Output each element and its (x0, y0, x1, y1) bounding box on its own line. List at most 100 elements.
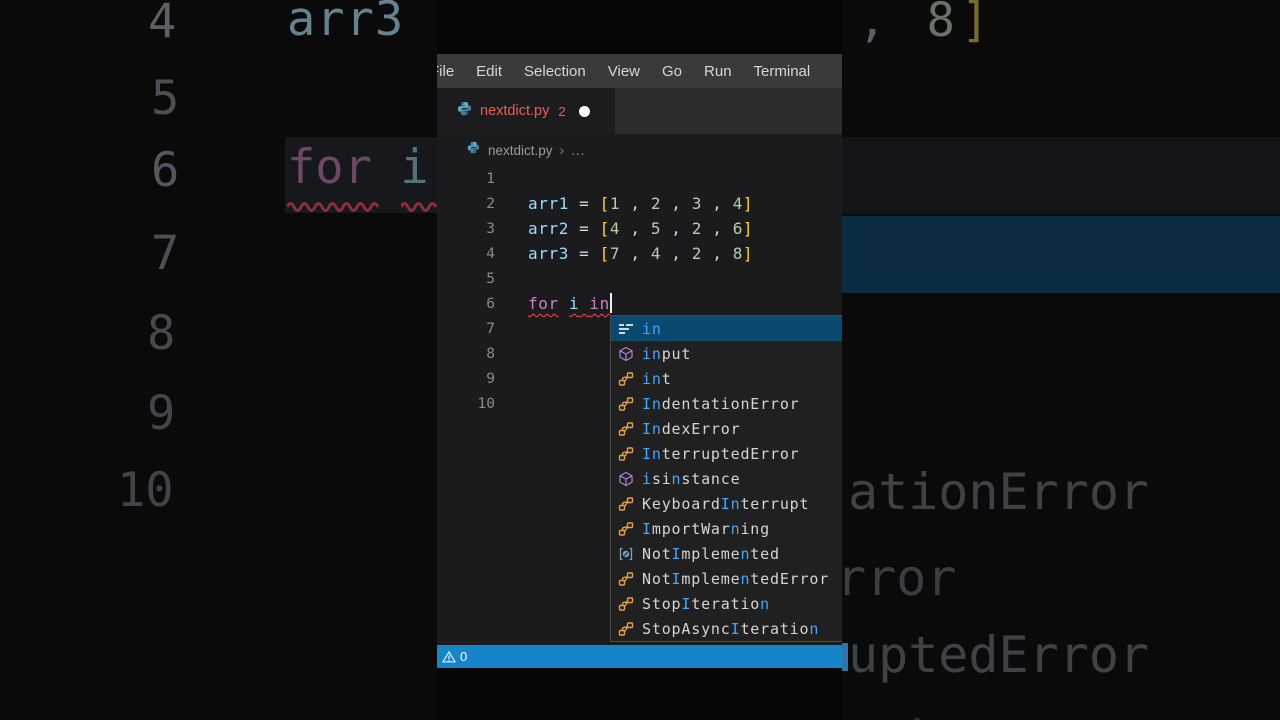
symbol-class-icon (618, 596, 634, 612)
menu-item-selection[interactable]: Selection (524, 63, 586, 80)
menu-item-terminal[interactable]: Terminal (754, 63, 811, 80)
bg-code-fragment: for i (287, 140, 428, 196)
bg-code-fragment: arr3 (287, 0, 405, 47)
bg-line-number: 5 (151, 71, 180, 126)
breadcrumb-filename[interactable]: nextdict.py (488, 143, 553, 158)
suggest-item-label: StopAsyncIteration (642, 619, 820, 638)
code-line-1[interactable]: 1 (437, 166, 842, 191)
bg-suggestion-fragment: rror (842, 549, 957, 607)
suggest-item-label: isinstance (642, 469, 741, 488)
bg-line-number: 10 (117, 463, 174, 518)
menu-item-file[interactable]: File (437, 63, 454, 80)
bg-suggestion-fragment: ationError (848, 463, 1150, 521)
breadcrumb-more[interactable]: ... (571, 143, 585, 158)
suggest-item-ImportWarning[interactable]: ImportWarning (611, 516, 842, 541)
line-number: 10 (477, 395, 495, 412)
suggest-item-StopIteration[interactable]: StopIteration (611, 591, 842, 616)
tab-filename: nextdict.py (480, 103, 550, 119)
suggest-widget: in input int IndentationError IndexError Inte… (610, 315, 842, 642)
suggest-item-label: in (642, 319, 662, 338)
symbol-method-icon (618, 471, 634, 487)
bg-line-number: 6 (151, 143, 180, 198)
background-left-panel: arr3 4 5 6 7 8 9 10 for i (0, 0, 437, 720)
suggest-item-NotImplemented[interactable]: NotImplemented (611, 541, 842, 566)
bg-keyword-text: for (287, 140, 372, 195)
code-line-3[interactable]: 3 arr2 = [4 , 5 , 2 , 6] (437, 216, 842, 241)
breadcrumb: nextdict.py › ... (437, 134, 842, 166)
suggest-item-in[interactable]: in (611, 316, 842, 341)
menu-item-view[interactable]: View (608, 63, 640, 80)
line-number: 8 (486, 345, 495, 362)
suggest-item-IndentationError[interactable]: IndentationError (611, 391, 842, 416)
bg-error-squiggle (287, 202, 380, 212)
warning-count: 0 (460, 649, 468, 664)
line-number: 9 (486, 370, 495, 387)
suggest-item-int[interactable]: int (611, 366, 842, 391)
suggest-item-label: NotImplemented (642, 544, 780, 563)
bg-line-number: 4 (148, 0, 177, 49)
tab-nextdict[interactable]: nextdict.py 2 (437, 88, 615, 134)
line-number: 7 (486, 320, 495, 337)
symbol-class-icon (618, 571, 634, 587)
bg-number-text: 8 (926, 0, 961, 48)
menu-item-edit[interactable]: Edit (476, 63, 502, 80)
line-number: 5 (486, 270, 495, 287)
suggest-item-label: input (642, 344, 692, 363)
code-line-6[interactable]: 6 for i in (437, 291, 842, 316)
bg-line-number: 7 (151, 226, 180, 281)
symbol-method-icon (618, 346, 634, 362)
code-text: arr3 = [7 , 4 , 2 , 8] (528, 244, 754, 263)
suggest-item-StopAsyncIteration[interactable]: StopAsyncIteration (611, 616, 842, 641)
bg-selected-suggestion-band (842, 216, 1280, 293)
suggest-item-InterruptedError[interactable]: InterruptedError (611, 441, 842, 466)
code-line-5[interactable]: 5 (437, 266, 842, 291)
suggest-item-IndexError[interactable]: IndexError (611, 416, 842, 441)
bg-bracket-text: ] (960, 0, 996, 48)
suggest-item-label: IndentationError (642, 394, 800, 413)
symbol-class-icon (618, 521, 634, 537)
line-number: 3 (486, 220, 495, 237)
code-line-4[interactable]: 4 arr3 = [7 , 4 , 2 , 8] (437, 241, 842, 266)
menu-bar: File Edit Selection View Go Run Terminal (437, 54, 842, 88)
unsaved-dot-icon[interactable] (578, 105, 590, 117)
bg-current-line-band (842, 137, 1280, 214)
code-text: arr2 = [4 , 5 , 2 , 6] (528, 219, 754, 238)
suggest-item-NotImplementedError[interactable]: NotImplementedError (611, 566, 842, 591)
tab-problem-count: 2 (558, 103, 566, 119)
python-icon (467, 141, 480, 159)
bg-comma-text: , (858, 0, 927, 48)
symbol-class-icon (618, 496, 634, 512)
suggest-item-label: NotImplementedError (642, 569, 830, 588)
suggest-item-label: InterruptedError (642, 444, 800, 463)
status-bar: 0 (437, 645, 842, 668)
symbol-class-icon (618, 446, 634, 462)
code-line-2[interactable]: 2 arr1 = [1 , 2 , 3 , 4] (437, 191, 842, 216)
symbol-class-icon (618, 396, 634, 412)
suggest-item-KeyboardInterrupt[interactable]: KeyboardInterrupt (611, 491, 842, 516)
suggest-item-input[interactable]: input (611, 341, 842, 366)
code-text: for i in (528, 294, 610, 313)
bg-space (372, 140, 400, 195)
suggest-item-label: KeyboardInterrupt (642, 494, 810, 513)
warning-triangle-icon (442, 650, 456, 664)
video-center-strip: File Edit Selection View Go Run Terminal nextd… (437, 0, 842, 720)
bg-error-squiggle (401, 202, 437, 212)
symbol-constant-icon (618, 546, 634, 562)
menu-item-run[interactable]: Run (704, 63, 732, 80)
vscode-window: File Edit Selection View Go Run Terminal nextd… (437, 54, 842, 668)
suggest-item-isinstance[interactable]: isinstance (611, 466, 842, 491)
suggest-item-label: int (642, 369, 672, 388)
bg-line-number: 8 (147, 306, 176, 361)
line-number: 2 (486, 195, 495, 212)
line-number: 6 (486, 295, 495, 312)
suggest-item-label: StopIteration (642, 594, 770, 613)
bg-suggestion-fragment: uptedError (848, 626, 1150, 684)
suggest-item-label: IndexError (642, 419, 741, 438)
chevron-right-icon: › (559, 142, 565, 158)
symbol-class-icon (618, 371, 634, 387)
bg-code-fragment: , 8] (858, 0, 995, 49)
symbol-class-icon (618, 421, 634, 437)
background-right-panel: , 8] ationError rror uptedError nstance (842, 0, 1280, 720)
menu-item-go[interactable]: Go (662, 63, 682, 80)
warnings-status[interactable]: 0 (442, 649, 467, 664)
